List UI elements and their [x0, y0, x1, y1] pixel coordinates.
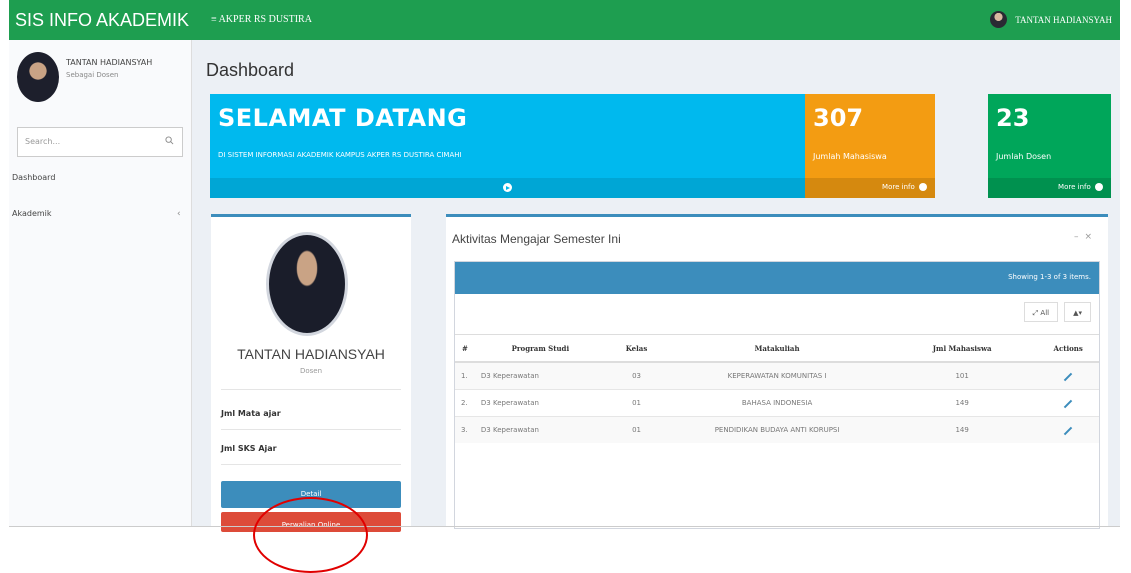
page-title: Dashboard [206, 60, 295, 80]
welcome-footer[interactable] [210, 178, 808, 198]
activity-panel: Aktivitas Mengajar Semester Ini –× Showi… [446, 214, 1108, 529]
user-avatar-icon [990, 11, 1008, 28]
cell-jml: 149 [886, 389, 1038, 417]
pencil-icon[interactable] [1063, 372, 1073, 382]
stat-label: Jumlah Dosen [996, 152, 1052, 161]
welcome-box: SELAMAT DATANG DI SISTEM INFORMASI AKADE… [210, 94, 808, 198]
panel-tools[interactable]: –× [1074, 232, 1098, 242]
grid-summary: Showing 1-3 of 3 items. [1008, 273, 1091, 281]
annotation-circle [253, 497, 368, 573]
cell-matakuliah: PENDIDIKAN BUDAYA ANTI KORUPSI [667, 416, 887, 443]
col-header-jml-mahasiswa[interactable]: Jml Mahasiswa [886, 334, 1038, 363]
table-row: 1. D3 Keperawatan 03 KEPERAWATAN KOMUNIT… [455, 361, 1099, 390]
stat-box-dosen: 23 Jumlah Dosen More info [988, 94, 1111, 198]
cell-no: 2. [455, 389, 475, 417]
table-header-row: # Program Studi Kelas Matakuliah Jml Mah… [455, 334, 1099, 363]
cell-kelas: 01 [605, 389, 668, 417]
cell-kelas: 01 [605, 416, 668, 443]
profile-name: TANTAN HADIANSYAH [237, 346, 385, 362]
arrow-circle-right-icon [1095, 183, 1103, 191]
sidebar-toggle[interactable]: ≡ AKPER RS DUSTIRA [211, 14, 312, 25]
divider [221, 464, 401, 465]
user-menu-name: TANTAN HADIANSYAH [1015, 14, 1112, 25]
table-row: 2. D3 Keperawatan 01 BAHASA INDONESIA 14… [455, 389, 1099, 417]
main-content: Dashboard SELAMAT DATANG DI SISTEM INFOR… [192, 40, 1120, 532]
profile-row-sks-ajar: Jml SKS Ajar [221, 444, 277, 453]
cell-jml: 101 [886, 361, 1038, 390]
more-info-label: More info [882, 183, 915, 191]
cell-kelas: 03 [605, 361, 668, 390]
pencil-icon[interactable] [1063, 399, 1073, 409]
cell-no: 3. [455, 416, 475, 443]
cell-matakuliah: KEPERAWATAN KOMUNITAS I [667, 361, 887, 390]
collapse-icon[interactable]: – [1074, 232, 1085, 242]
chevron-left-icon: ‹ [177, 209, 181, 219]
user-dropdown-icon: ▲▾ [1073, 309, 1082, 317]
cell-no: 1. [455, 361, 475, 390]
stat-more-info-link[interactable]: More info [988, 178, 1111, 198]
stat-box-mahasiswa: 307 Jumlah Mahasiswa More info [805, 94, 935, 198]
welcome-subtitle: DI SISTEM INFORMASI AKADEMIK KAMPUS AKPE… [218, 151, 462, 159]
activity-table: # Program Studi Kelas Matakuliah Jml Mah… [455, 334, 1099, 443]
cell-prodi: D3 Keperawatan [474, 416, 606, 443]
profile-photo [266, 232, 348, 336]
stat-more-info-link[interactable]: More info [805, 178, 935, 198]
sidebar-user-name: TANTAN HADIANSYAH [66, 58, 153, 67]
more-info-label: More info [1058, 183, 1091, 191]
sidebar-item-label: Dashboard [12, 173, 56, 182]
search-placeholder: Search... [25, 137, 61, 146]
table-row: 3. D3 Keperawatan 01 PENDIDIKAN BUDAYA A… [455, 416, 1099, 443]
edit-action[interactable] [1037, 416, 1099, 443]
grid-header: Showing 1-3 of 3 items. [455, 262, 1099, 294]
welcome-heading: SELAMAT DATANG [218, 104, 468, 132]
edit-action[interactable] [1037, 361, 1099, 390]
show-all-button[interactable]: ⤢ All [1023, 302, 1059, 322]
stat-label: Jumlah Mahasiswa [813, 152, 887, 161]
activity-grid: Showing 1-3 of 3 items. ⤢ All ▲▾ # Progr… [454, 261, 1100, 529]
divider [221, 389, 401, 390]
arrow-circle-right-icon [919, 183, 927, 191]
profile-row-mata-ajar: Jml Mata ajar [221, 409, 281, 418]
sidebar-user-role: Sebagai Dosen [66, 71, 119, 79]
close-icon[interactable]: × [1084, 232, 1098, 242]
col-header-kelas[interactable]: Kelas [605, 334, 668, 363]
cell-matakuliah: BAHASA INDONESIA [667, 389, 887, 417]
brand-logo[interactable]: SIS INFO AKADEMIK [15, 10, 189, 31]
top-navbar: SIS INFO AKADEMIK ≡ AKPER RS DUSTIRA TAN… [9, 0, 1120, 40]
show-all-label: All [1040, 309, 1050, 317]
user-menu[interactable]: TANTAN HADIANSYAH [990, 11, 1112, 28]
cell-jml: 149 [886, 416, 1038, 443]
col-header-no[interactable]: # [455, 334, 475, 363]
profile-card: TANTAN HADIANSYAH Dosen Jml Mata ajar Jm… [211, 214, 411, 532]
col-header-actions: Actions [1037, 334, 1099, 363]
stat-value: 307 [813, 104, 864, 132]
divider [221, 429, 401, 430]
sidebar-avatar [17, 52, 59, 102]
cell-prodi: D3 Keperawatan [474, 389, 606, 417]
sidebar: TANTAN HADIANSYAH Sebagai Dosen Search..… [9, 40, 192, 526]
profile-role: Dosen [299, 367, 323, 375]
cell-prodi: D3 Keperawatan [474, 361, 606, 390]
grid-toolbar: ⤢ All ▲▾ [1023, 302, 1091, 322]
page-bottom-border [9, 526, 1120, 527]
activity-title: Aktivitas Mengajar Semester Ini [452, 232, 621, 246]
col-header-matakuliah[interactable]: Matakuliah [667, 334, 887, 363]
col-header-program-studi[interactable]: Program Studi [474, 334, 606, 363]
sidebar-search-input[interactable]: Search... [17, 127, 183, 157]
export-dropdown-button[interactable]: ▲▾ [1064, 302, 1091, 322]
stat-value: 23 [996, 104, 1030, 132]
search-icon[interactable] [165, 136, 174, 145]
arrow-circle-right-icon[interactable] [503, 183, 512, 192]
sidebar-item-label: Akademik [12, 209, 52, 218]
edit-action[interactable] [1037, 389, 1099, 417]
expand-icon: ⤢ [1032, 309, 1039, 317]
pencil-icon[interactable] [1063, 426, 1073, 436]
